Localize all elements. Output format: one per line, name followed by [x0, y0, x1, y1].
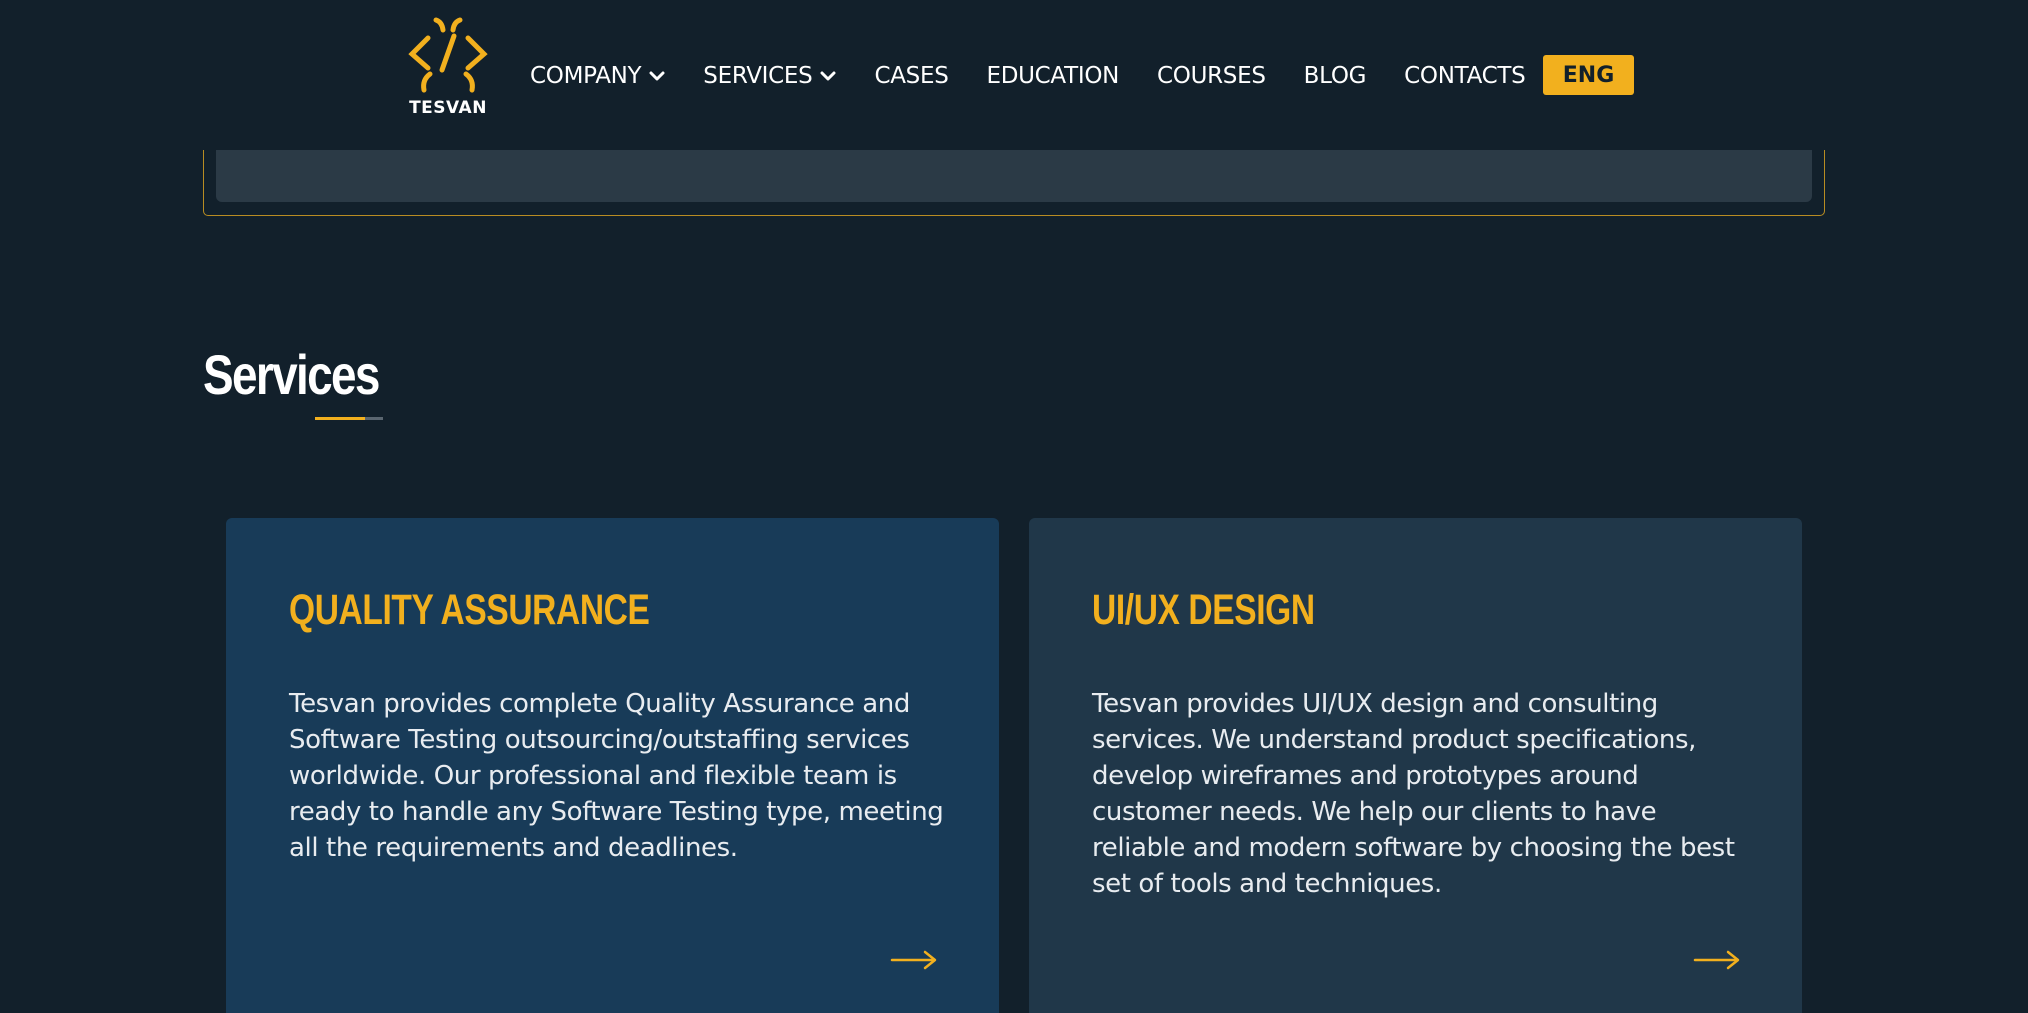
arrow-right-icon[interactable]: [890, 949, 938, 971]
site-header: TESVAN COMPANY SERVICES CASES EDUCATION …: [0, 0, 2028, 150]
nav-item-blog[interactable]: BLOG: [1304, 63, 1367, 89]
code-brackets-bug-icon: [408, 17, 488, 93]
nav-item-label: SERVICES: [703, 63, 813, 89]
section-title-underline: [315, 417, 383, 420]
card-title: QUALITY ASSURANCE: [289, 586, 650, 634]
logo-text: TESVAN: [409, 98, 487, 118]
nav-item-label: EDUCATION: [986, 63, 1120, 89]
nav-item-label: COURSES: [1157, 63, 1266, 89]
card-title: UI/UX DESIGN: [1092, 586, 1315, 634]
card-description: Tesvan provides complete Quality Assuran…: [289, 689, 944, 863]
nav-item-label: CASES: [874, 63, 949, 89]
main-nav: COMPANY SERVICES CASES EDUCATION COURSES…: [530, 56, 1563, 96]
previous-section-inner-panel: [216, 150, 1812, 202]
service-card-ui-ux-design[interactable]: UI/UX DESIGN Tesvan provides UI/UX desig…: [1029, 518, 1802, 1013]
nav-item-courses[interactable]: COURSES: [1157, 63, 1266, 89]
nav-item-label: BLOG: [1303, 63, 1367, 89]
logo[interactable]: TESVAN: [400, 16, 496, 120]
card-description: Tesvan provides UI/UX design and consult…: [1092, 689, 1735, 899]
arrow-right-icon[interactable]: [1693, 949, 1741, 971]
nav-item-contacts[interactable]: CONTACTS: [1404, 63, 1526, 89]
chevron-down-icon: [820, 70, 836, 82]
nav-item-label: CONTACTS: [1404, 63, 1526, 89]
nav-item-label: COMPANY: [530, 63, 642, 89]
nav-item-services[interactable]: SERVICES: [703, 63, 836, 89]
nav-item-company[interactable]: COMPANY: [530, 63, 665, 89]
chevron-down-icon: [649, 70, 665, 82]
nav-item-cases[interactable]: CASES: [874, 63, 948, 89]
section-title: Services: [203, 343, 380, 406]
nav-item-education[interactable]: EDUCATION: [987, 63, 1120, 89]
service-card-quality-assurance[interactable]: QUALITY ASSURANCE Tesvan provides comple…: [226, 518, 999, 1013]
language-button[interactable]: ENG: [1543, 55, 1634, 95]
